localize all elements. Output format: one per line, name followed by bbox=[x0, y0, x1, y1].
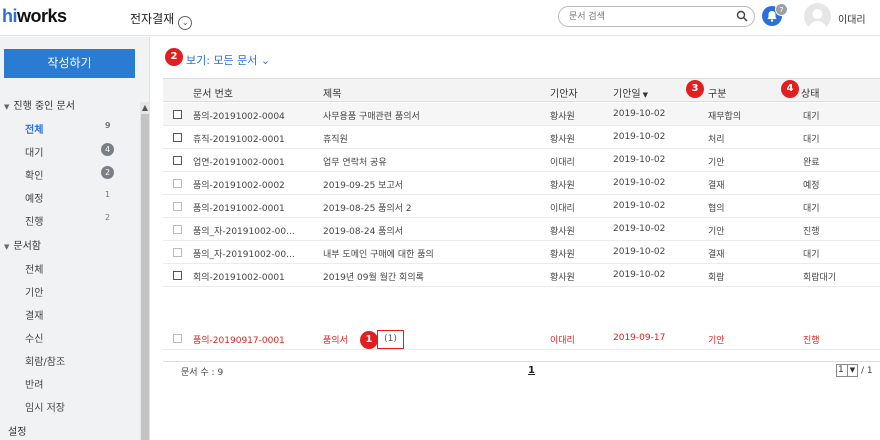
marker-4: 4 bbox=[781, 80, 799, 98]
doc-title-link[interactable]: 2019-09-25 보고서 bbox=[323, 178, 403, 191]
collapse-triangle-icon: ▼ bbox=[4, 103, 10, 111]
page-select[interactable]: 1 ▼ bbox=[836, 364, 858, 377]
row-checkbox[interactable] bbox=[173, 202, 182, 211]
row-checkbox[interactable] bbox=[173, 179, 182, 188]
sidebar-item-waiting[interactable]: 대기 4 bbox=[25, 143, 135, 159]
table-row[interactable]: 품의-20191002-0001 2019-08-25 품의서 2 이대리 20… bbox=[163, 195, 880, 218]
table-row[interactable]: 휴직-20191002-0001 휴직원 황사원 2019-10-02 처리 대… bbox=[163, 126, 880, 149]
col-drafter[interactable]: 기안자 bbox=[550, 85, 578, 100]
row-checkbox[interactable] bbox=[173, 133, 182, 142]
doc-title-link[interactable]: 휴직원 bbox=[323, 132, 348, 145]
table-row[interactable]: 품의_자-20191002-00... 내부 도메인 구매에 대한 품의 황사원… bbox=[163, 241, 880, 264]
table-row[interactable]: 품의_자-20191002-00... 2019-08-24 품의서 황사원 2… bbox=[163, 218, 880, 241]
sidebar-item-box-all[interactable]: 전체 bbox=[25, 261, 135, 276]
row-checkbox[interactable] bbox=[173, 110, 182, 119]
table-header: 문서 번호 제목 기안자 기안일 ▼ 구분 상태 bbox=[163, 78, 880, 102]
page-total: / 1 bbox=[861, 366, 873, 376]
hiworks-logo[interactable]: hiworks bbox=[2, 6, 67, 27]
search-icon[interactable] bbox=[736, 10, 748, 22]
collapse-triangle-icon: ▼ bbox=[4, 243, 10, 251]
attachment-count-link[interactable]: (1) bbox=[377, 330, 404, 349]
search-box[interactable] bbox=[558, 6, 755, 27]
item-count: 1 bbox=[105, 190, 111, 199]
col-doc-no[interactable]: 문서 번호 bbox=[193, 85, 233, 100]
search-input[interactable] bbox=[569, 9, 729, 24]
scroll-up-icon[interactable]: ▲ bbox=[140, 102, 150, 113]
top-bar: hiworks 전자결재⌄ 7 이대리 bbox=[0, 0, 880, 36]
sidebar-item-rejected[interactable]: 반려 bbox=[25, 376, 135, 391]
sidebar: 작성하기 ▲ ▼ 진행 중인 문서 전체 9 대기 4 확인 2 예정 1 진행 2 ▼ 문서… bbox=[0, 37, 150, 440]
sidebar-item-approval[interactable]: 결재 bbox=[25, 307, 135, 322]
row-checkbox[interactable] bbox=[173, 248, 182, 257]
sidebar-item-drafts[interactable]: 임시 저장 bbox=[25, 399, 135, 414]
item-count: 9 bbox=[105, 121, 111, 130]
scrollbar-thumb[interactable] bbox=[141, 114, 149, 440]
doc-title-link[interactable]: 품의서 bbox=[323, 333, 348, 346]
sidebar-item-confirm[interactable]: 확인 2 bbox=[25, 166, 135, 182]
sidebar-item-scheduled[interactable]: 예정 1 bbox=[25, 190, 135, 205]
sidebar-scrollbar[interactable]: ▲ bbox=[140, 102, 150, 440]
doc-title-link[interactable]: 업무 연락처 공유 bbox=[323, 155, 387, 168]
chevron-down-icon: ⌄ bbox=[260, 54, 271, 67]
row-checkbox[interactable] bbox=[173, 156, 182, 165]
sidebar-item-progress[interactable]: 진행 2 bbox=[25, 213, 135, 228]
section-inprogress[interactable]: ▼ 진행 중인 문서 bbox=[4, 97, 75, 112]
view-selector[interactable]: 보기: 모든 문서 ⌄ bbox=[186, 52, 270, 68]
item-count: 2 bbox=[105, 213, 111, 222]
section-docbox[interactable]: ▼ 문서함 bbox=[4, 237, 41, 252]
col-status[interactable]: 상태 bbox=[801, 85, 819, 100]
table-row[interactable]: 회의-20191002-0001 2019년 09월 월간 회의록 황사원 20… bbox=[163, 264, 880, 287]
marker-3: 3 bbox=[686, 80, 704, 98]
user-icon bbox=[808, 9, 827, 30]
col-title[interactable]: 제목 bbox=[323, 85, 341, 100]
sidebar-item-received[interactable]: 수신 bbox=[25, 330, 135, 345]
notification-badge: 7 bbox=[775, 3, 788, 16]
table-row-highlighted[interactable]: 품의-20190917-0001 품의서 이대리 2019-09-17 기안 진… bbox=[163, 327, 880, 350]
table-row[interactable]: 업연-20191002-0001 업무 연락처 공유 이대리 2019-10-0… bbox=[163, 149, 880, 172]
row-checkbox[interactable] bbox=[173, 334, 182, 343]
dropdown-arrow-icon: ▼ bbox=[847, 365, 857, 376]
sidebar-item-circulation[interactable]: 회람/참조 bbox=[25, 353, 135, 368]
doc-title-link[interactable]: 2019년 09월 월간 회의록 bbox=[323, 270, 424, 283]
write-button[interactable]: 작성하기 bbox=[4, 49, 135, 78]
avatar[interactable] bbox=[804, 3, 831, 30]
table-footer-divider bbox=[163, 361, 880, 362]
doc-title-link[interactable]: 내부 도메인 구매에 대한 품의 bbox=[323, 247, 434, 260]
count-badge: 4 bbox=[101, 143, 114, 156]
app-title[interactable]: 전자결재 ⌄ bbox=[130, 10, 193, 30]
sidebar-item-drafted[interactable]: 기안 bbox=[25, 284, 135, 299]
sidebar-item-settings[interactable]: 설정 bbox=[8, 423, 26, 438]
sort-down-icon: ▼ bbox=[642, 91, 648, 99]
table-row[interactable]: 품의-20191002-0004 사무용품 구매관련 품의서 황사원 2019-… bbox=[163, 103, 880, 126]
user-name[interactable]: 이대리 bbox=[838, 11, 866, 26]
marker-2: 2 bbox=[165, 48, 183, 66]
count-badge: 2 bbox=[101, 166, 114, 179]
doc-title-link[interactable]: 2019-08-24 품의서 bbox=[323, 224, 403, 237]
notification-button[interactable]: 7 bbox=[762, 3, 788, 26]
table-row[interactable]: 품의-20191002-0002 2019-09-25 보고서 황사원 2019… bbox=[163, 172, 880, 195]
col-type[interactable]: 구분 bbox=[708, 85, 726, 100]
doc-title-link[interactable]: 2019-08-25 품의서 2 bbox=[323, 201, 412, 214]
sidebar-item-all-inprogress[interactable]: 전체 9 bbox=[25, 121, 135, 136]
document-count: 문서 수 : 9 bbox=[181, 368, 224, 378]
marker-1: 1 bbox=[360, 331, 378, 349]
page-link[interactable]: 1 bbox=[528, 365, 535, 376]
row-checkbox[interactable] bbox=[173, 225, 182, 234]
col-date[interactable]: 기안일 ▼ bbox=[613, 85, 648, 100]
doc-title-link[interactable]: 사무용품 구매관련 품의서 bbox=[323, 109, 420, 122]
row-checkbox[interactable] bbox=[173, 271, 182, 280]
chevron-down-icon[interactable]: ⌄ bbox=[178, 16, 193, 30]
